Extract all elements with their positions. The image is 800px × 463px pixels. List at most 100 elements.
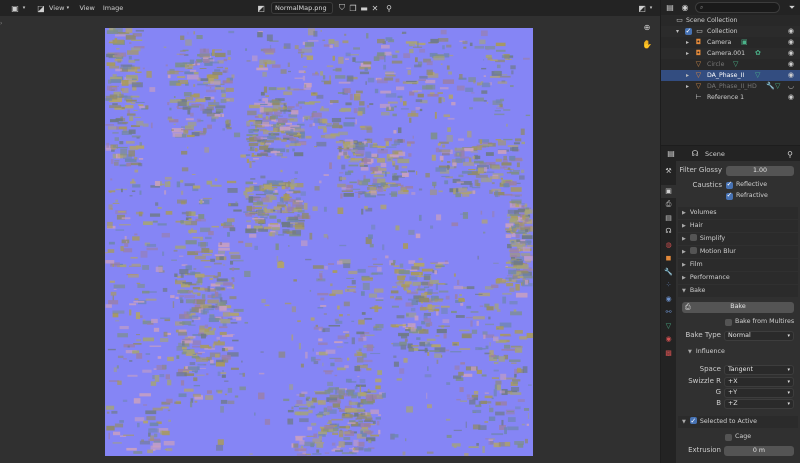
filter-glossy-field[interactable]: 1.00 (726, 166, 794, 176)
image-empty-icon: ⊢ (695, 93, 702, 101)
influence-subpanel[interactable]: ▼ Influence (688, 348, 725, 355)
outliner-row-da-phase-ii[interactable]: ▸ ▽ DA_Phase_II ▽ ◉ (661, 70, 800, 81)
cage-checkbox[interactable] (725, 434, 732, 441)
camera-data-icon[interactable]: ▣ (741, 37, 748, 48)
display-mode-icon[interactable]: ◉ (679, 2, 691, 14)
visibility-eye-icon[interactable]: ◉ (788, 48, 794, 59)
chevron-down-icon[interactable]: ▾ (64, 2, 71, 14)
selected-to-active-label: Selected to Active (699, 418, 757, 425)
panel-simplify[interactable]: ▶ Simplify (678, 233, 798, 245)
expand-arrow-icon[interactable]: ▸ (686, 37, 692, 48)
space-dropdown[interactable]: Tangent ▾ (724, 365, 794, 375)
expand-arrow-icon[interactable]: ▸ (686, 81, 692, 92)
panel-volumes[interactable]: ▶ Volumes (678, 207, 798, 219)
panel-performance[interactable]: ▶ Performance (678, 272, 798, 284)
panel-bake[interactable]: ▼ Bake (678, 285, 798, 297)
constraints-tab-icon[interactable]: ⚯ (661, 306, 676, 320)
reflective-checkbox[interactable] (726, 180, 733, 189)
region-toggle-arrow-icon[interactable]: › (0, 20, 2, 27)
render-tab-icon[interactable]: ▣ (661, 184, 676, 198)
view-mode-icon[interactable]: ◪ (35, 2, 47, 14)
outliner-row-da-phase-ii-hd[interactable]: ▸ ▽ DA_Phase_II_HD 🔧 ▽ ◡ (661, 81, 800, 92)
particles-tab-icon[interactable]: ⁘ (661, 279, 676, 293)
physics-tab-icon[interactable]: ◉ (661, 293, 676, 307)
motion-blur-checkbox[interactable] (689, 247, 697, 254)
panel-film[interactable]: ▶ Film (678, 259, 798, 271)
display-channels-icon[interactable]: ◩ (636, 2, 648, 14)
selected-to-active-subpanel[interactable]: ▼ Selected to Active (678, 415, 798, 428)
search-input[interactable]: ⌕ (695, 2, 780, 13)
refractive-checkbox[interactable] (726, 191, 733, 200)
image-browse-icon[interactable]: ◩ (255, 2, 267, 14)
chevron-down-icon[interactable]: ▾ (648, 2, 654, 14)
space-label: Space (699, 365, 721, 373)
bake-button[interactable]: ⎙ Bake (682, 302, 794, 313)
output-tab-icon[interactable]: ⎙ (661, 198, 676, 212)
expand-arrow-icon[interactable]: ▸ (686, 70, 692, 81)
simplify-checkbox[interactable] (689, 234, 697, 241)
editor-type-icon[interactable]: ▤ (665, 148, 677, 160)
visibility-eye-icon[interactable]: ◉ (788, 70, 794, 81)
panel-collapsed-arrow-icon: ▶ (682, 275, 686, 281)
panel-motion-blur[interactable]: ▶ Motion Blur (678, 246, 798, 258)
panel-title: Simplify (699, 235, 726, 242)
object-tab-icon[interactable]: ◼ (661, 252, 676, 266)
close-icon[interactable]: ✕ (369, 2, 381, 14)
zoom-icon[interactable]: ⊕ (640, 20, 654, 34)
chevron-down-icon[interactable]: ▾ (21, 2, 27, 14)
bake-from-multires-checkbox[interactable] (725, 319, 732, 326)
mesh-object-icon: ▽ (695, 82, 702, 90)
expand-arrow-icon[interactable]: ▸ (686, 48, 692, 59)
swizzle-b-dropdown[interactable]: +Z ▾ (724, 399, 794, 409)
tool-tab-icon[interactable]: ⚒ (661, 165, 676, 179)
camera-object-icon: ◘ (695, 38, 702, 46)
outliner-row-reference-1[interactable]: ⊢ Reference 1 ◉ (661, 92, 800, 103)
mesh-data-icon[interactable]: ▽ (755, 70, 760, 81)
mesh-data-icon[interactable]: ▽ (775, 81, 780, 92)
material-tab-icon[interactable]: ◉ (661, 333, 676, 347)
outliner-row-circle[interactable]: ▽ Circle ▽ ◉ (661, 59, 800, 70)
extrusion-field[interactable]: 0 m (724, 446, 794, 456)
modifier-tab-icon[interactable]: 🔧 (661, 266, 676, 280)
refractive-label: Refractive (736, 192, 768, 199)
influence-label: Influence (695, 348, 725, 355)
panel-hair[interactable]: ▶ Hair (678, 220, 798, 232)
visibility-eye-icon[interactable]: ◉ (788, 59, 794, 70)
bake-type-dropdown[interactable]: Normal ▾ (724, 331, 794, 341)
texture-tab-icon[interactable]: ▩ (661, 347, 676, 361)
outliner-row-camera[interactable]: ▸ ◘ Camera ▣ ◉ (661, 37, 800, 48)
swizzle-g-dropdown[interactable]: +Y ▾ (724, 388, 794, 398)
outliner-row-scene-collection[interactable]: ▭ Scene Collection (661, 15, 800, 26)
pin-icon[interactable]: ⚲ (784, 148, 796, 160)
pan-hand-icon[interactable]: ✋ (640, 37, 654, 51)
scene-tab-icon[interactable]: ☊ (661, 225, 676, 239)
filter-icon[interactable]: ⏷ (786, 2, 798, 14)
swizzle-g-value: +Y (728, 389, 738, 396)
visibility-eye-icon[interactable]: ◉ (788, 92, 794, 103)
swizzle-g-label: G (715, 388, 721, 396)
view-layer-tab-icon[interactable]: ▤ (661, 212, 676, 226)
image-menu[interactable]: Image (103, 2, 123, 14)
modifier-wrench-icon[interactable]: 🔧 (766, 81, 775, 92)
data-tab-icon[interactable]: ▽ (661, 320, 676, 334)
image-name-field[interactable]: NormalMap.png (271, 2, 333, 14)
view-mode-menu[interactable]: View (49, 2, 64, 14)
normal-map-image[interactable] (105, 28, 533, 456)
outliner-row-collection[interactable]: ▾ ▭ Collection ◉ (661, 26, 800, 37)
swizzle-r-dropdown[interactable]: +X ▾ (724, 377, 794, 387)
outliner-item-label: Scene Collection (686, 17, 738, 24)
outliner-row-camera-001[interactable]: ▸ ◘ Camera.001 ✿ ◉ (661, 48, 800, 59)
mesh-data-icon[interactable]: ▽ (733, 59, 738, 70)
editor-type-icon[interactable]: ▣ (9, 2, 21, 14)
view-menu[interactable]: View (79, 2, 94, 14)
pin-icon[interactable]: ⚲ (383, 2, 395, 14)
visibility-eye-icon[interactable]: ◡ (788, 81, 794, 92)
editor-type-icon[interactable]: ▤ (664, 2, 676, 14)
camera-data-icon[interactable]: ✿ (755, 48, 761, 59)
visibility-eye-icon[interactable]: ◉ (788, 37, 794, 48)
selected-to-active-checkbox[interactable] (689, 415, 697, 427)
world-tab-icon[interactable]: ◍ (661, 239, 676, 253)
expand-arrow-icon[interactable]: ▾ (676, 26, 682, 37)
visibility-eye-icon[interactable]: ◉ (788, 26, 794, 37)
collection-checkbox[interactable] (685, 26, 692, 37)
